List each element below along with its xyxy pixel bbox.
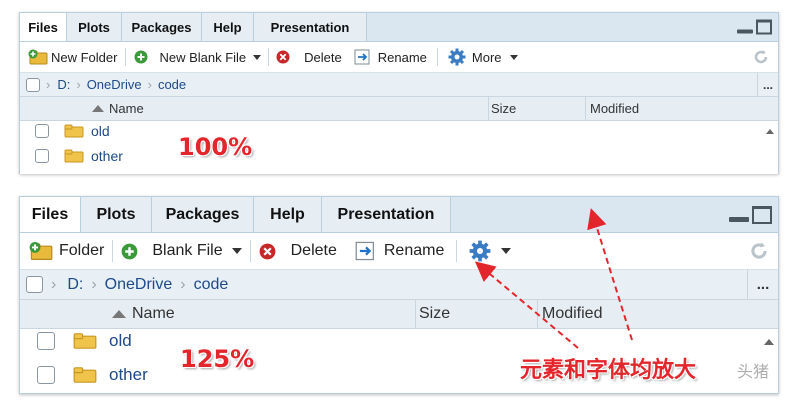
arrow-to-tabstrip [587, 208, 633, 341]
annotation-arrows [474, 208, 633, 349]
watermark: 头猪 [737, 362, 770, 381]
arrow-to-rename [474, 261, 579, 349]
annotation-text: 元素和字体均放大 [520, 358, 697, 383]
